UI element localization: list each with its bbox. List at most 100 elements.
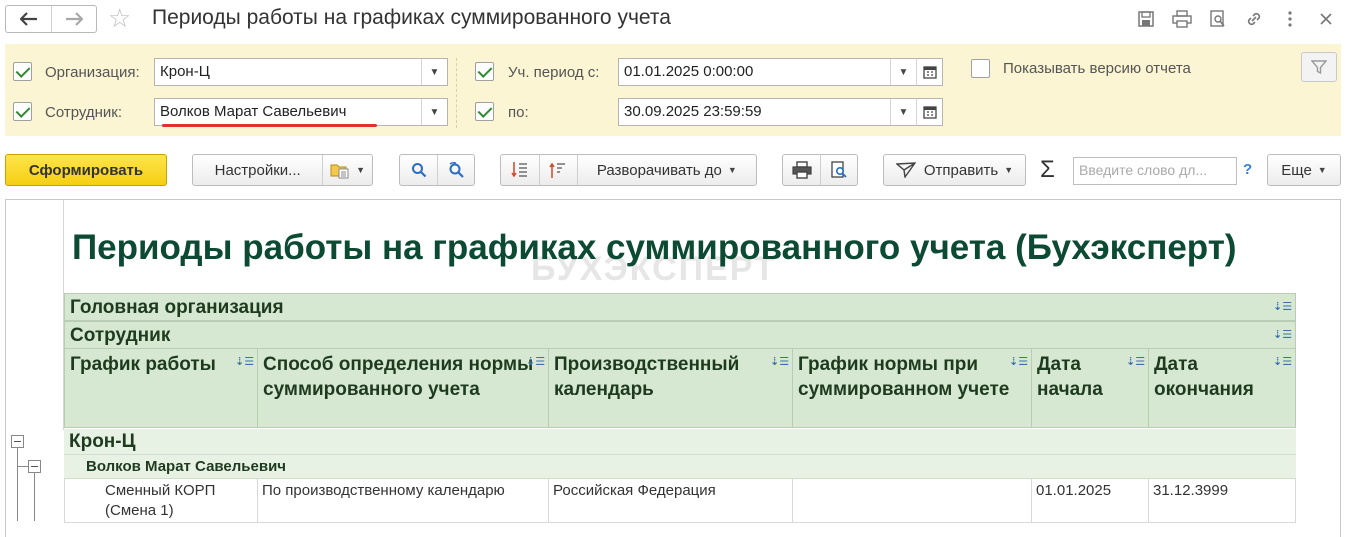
- help-icon[interactable]: ?: [1243, 161, 1252, 178]
- chevron-down-icon: ▼: [1004, 165, 1014, 175]
- calendar-icon[interactable]: [916, 99, 942, 125]
- sort-icon[interactable]: ⇣☰: [770, 355, 790, 369]
- period-to-field[interactable]: 30.09.2025 23:59:59 ▼: [618, 98, 943, 126]
- period-to-label: по:: [508, 104, 529, 121]
- organization-value: Крон-Ц: [160, 63, 210, 80]
- sort-asc-button[interactable]: [538, 155, 577, 185]
- sort-icon[interactable]: ⇣☰: [1273, 328, 1293, 342]
- search-next-icon: [449, 162, 465, 178]
- tree-line: [34, 473, 35, 521]
- report-title: Периоды работы на графиках суммированног…: [72, 228, 1237, 267]
- search-input[interactable]: Введите слово дл...: [1073, 157, 1237, 185]
- report-area[interactable]: БУХЭКСПЕРТ Периоды работы на графиках су…: [5, 199, 1341, 537]
- organization-checkbox[interactable]: [13, 62, 32, 81]
- variants-button[interactable]: ▼: [322, 155, 372, 185]
- favorite-star-icon[interactable]: ☆: [108, 4, 131, 32]
- sort-icon[interactable]: ⇣☰: [1009, 355, 1029, 369]
- arrow-left-icon: [19, 12, 37, 26]
- employee-field[interactable]: Волков Марат Савельевич ▼: [154, 98, 448, 126]
- sort-icon[interactable]: ⇣☰: [1126, 355, 1146, 369]
- save-icon[interactable]: [1135, 8, 1157, 30]
- show-version-checkbox[interactable]: [971, 59, 990, 78]
- chevron-down-icon[interactable]: ▼: [421, 99, 447, 125]
- sort-asc-icon: [549, 162, 566, 178]
- group-row-organization[interactable]: Крон-Ц: [64, 429, 1296, 455]
- column-header-start-date[interactable]: Дата начала ⇣☰: [1031, 348, 1149, 428]
- print-preview-button[interactable]: [820, 155, 857, 185]
- send-button[interactable]: Отправить ▼: [883, 154, 1026, 186]
- period-to-value: 30.09.2025 23:59:59: [624, 103, 762, 120]
- column-header-end-date[interactable]: Дата окончания ⇣☰: [1148, 348, 1296, 428]
- sort-icon[interactable]: ⇣☰: [1273, 355, 1293, 369]
- chevron-down-icon: ▼: [727, 165, 737, 175]
- generate-button[interactable]: Сформировать: [5, 154, 167, 186]
- period-from-checkbox[interactable]: [475, 62, 494, 81]
- send-label: Отправить: [923, 161, 999, 179]
- table-cell[interactable]: Сменный КОРП (Смена 1): [64, 479, 258, 523]
- column-header-method[interactable]: Способ определения нормы суммированного …: [257, 348, 549, 428]
- sort-desc-icon: [511, 162, 527, 178]
- sort-desc-button[interactable]: [501, 155, 539, 185]
- group-header-label: Сотрудник: [70, 325, 171, 346]
- folder-report-icon: [330, 164, 349, 179]
- table-cell[interactable]: 01.01.2025: [1031, 479, 1149, 523]
- find-next-button[interactable]: [437, 155, 474, 185]
- more-vertical-icon[interactable]: [1279, 8, 1301, 30]
- table-cell[interactable]: По производственному календарю: [257, 479, 549, 523]
- table-cell[interactable]: 31.12.3999: [1148, 479, 1296, 523]
- filter-panel: Организация: Крон-Ц ▼ Сотрудник: Волков …: [5, 44, 1341, 136]
- chevron-down-icon[interactable]: ▼: [421, 59, 447, 85]
- collapse-employee-icon[interactable]: [28, 460, 41, 473]
- sum-icon[interactable]: Σ: [1040, 156, 1055, 184]
- print-icon[interactable]: [1171, 8, 1193, 30]
- show-version-label: Показывать версию отчета: [1003, 60, 1191, 77]
- sort-icon[interactable]: ⇣☰: [526, 355, 546, 369]
- print-button[interactable]: [783, 155, 820, 185]
- sort-icon[interactable]: ⇣☰: [235, 355, 255, 369]
- red-underline: [162, 124, 377, 127]
- column-header-schedule[interactable]: График работы ⇣☰: [64, 348, 258, 428]
- group-header-label: Головная организация: [70, 297, 284, 318]
- group-row-employee[interactable]: Волков Марат Савельевич: [64, 455, 1296, 479]
- arrow-right-icon: [66, 12, 83, 26]
- funnel-icon: [1311, 60, 1327, 75]
- printer-icon: [792, 161, 812, 179]
- group-header-employee: Сотрудник ⇣☰: [64, 321, 1296, 349]
- period-from-field[interactable]: 01.01.2025 0:00:00 ▼: [618, 58, 943, 86]
- title-actions: [1135, 8, 1337, 30]
- expand-to-label: Разворачивать до: [596, 161, 722, 179]
- employee-checkbox[interactable]: [13, 102, 32, 121]
- divider: [456, 58, 457, 128]
- group-org-label: Крон-Ц: [69, 431, 136, 452]
- column-header-calendar[interactable]: Производственный календарь ⇣☰: [548, 348, 793, 428]
- send-icon: [895, 162, 916, 178]
- search-icon: [411, 163, 427, 178]
- calendar-icon[interactable]: [916, 59, 942, 85]
- tree-line: [17, 466, 28, 467]
- back-button[interactable]: [6, 6, 51, 32]
- window-title: Периоды работы на графиках суммированног…: [152, 6, 671, 29]
- tree-line: [17, 448, 18, 521]
- chevron-down-icon[interactable]: ▼: [890, 99, 916, 125]
- organization-field[interactable]: Крон-Ц ▼: [154, 58, 448, 86]
- forward-button[interactable]: [51, 6, 96, 32]
- table-cell[interactable]: Российская Федерация: [548, 479, 793, 523]
- link-icon[interactable]: [1243, 8, 1265, 30]
- settings-button[interactable]: Настройки...: [193, 155, 322, 185]
- expand-to-button[interactable]: Разворачивать до ▼: [576, 155, 756, 185]
- chevron-down-icon[interactable]: ▼: [890, 59, 916, 85]
- find-button[interactable]: [400, 155, 437, 185]
- sort-icon[interactable]: ⇣☰: [1273, 300, 1293, 314]
- group-employee-label: Волков Марат Савельевич: [86, 458, 287, 475]
- collapse-org-icon[interactable]: [11, 435, 24, 448]
- table-cell[interactable]: [792, 479, 1032, 523]
- close-icon[interactable]: [1315, 8, 1337, 30]
- preview-icon[interactable]: [1207, 8, 1229, 30]
- more-button[interactable]: Еще ▼: [1267, 154, 1341, 186]
- period-to-checkbox[interactable]: [475, 102, 494, 121]
- column-header-norm-schedule[interactable]: График нормы при суммированном учете ⇣☰: [792, 348, 1032, 428]
- expand-group: Разворачивать до ▼: [500, 154, 757, 186]
- filter-button[interactable]: [1301, 52, 1337, 82]
- period-from-label: Уч. период с:: [508, 64, 600, 81]
- print-group: [782, 154, 858, 186]
